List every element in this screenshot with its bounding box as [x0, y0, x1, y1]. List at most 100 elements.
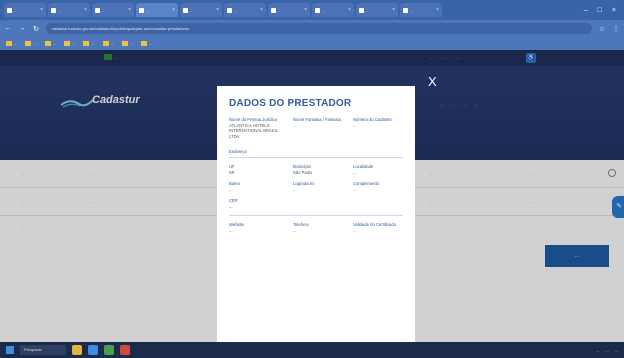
- edge-icon[interactable]: [88, 345, 98, 355]
- browser-tab[interactable]: ... ×: [400, 3, 442, 17]
- tab-close-icon[interactable]: ×: [128, 7, 131, 13]
- bookmark-item[interactable]: ...: [102, 40, 115, 47]
- tab-close-icon[interactable]: ×: [304, 7, 307, 13]
- taskbar-search[interactable]: Pesquisar: [20, 345, 66, 355]
- folder-icon: [64, 41, 71, 47]
- folder-icon: [141, 41, 148, 47]
- favicon-icon: [403, 7, 408, 13]
- browser-tab[interactable]: ... ×: [4, 3, 46, 17]
- tab-close-icon[interactable]: ×: [348, 7, 351, 13]
- browser-tab[interactable]: ... ×: [224, 3, 266, 17]
- close-window-icon[interactable]: ×: [612, 7, 616, 14]
- tab-close-icon[interactable]: ×: [436, 7, 439, 13]
- folder-icon: [44, 41, 51, 47]
- tab-title: ...: [410, 7, 414, 13]
- chrome-icon[interactable]: [120, 345, 130, 355]
- folder-icon: [122, 41, 129, 47]
- tab-title: ...: [58, 7, 62, 13]
- tab-title: ...: [234, 7, 238, 13]
- favicon-icon: [183, 7, 188, 13]
- provider-details-modal: DADOS DO PRESTADOR Nome da Pessoa Jurídi…: [217, 86, 415, 342]
- phone-value: ...: [293, 227, 297, 233]
- tab-close-icon[interactable]: ×: [392, 7, 395, 13]
- bookmark-item[interactable]: ...: [25, 41, 37, 47]
- back-icon[interactable]: ←: [4, 25, 12, 32]
- tab-title: ...: [14, 7, 18, 13]
- browser-tab[interactable]: ... ×: [136, 3, 178, 17]
- address-section-title: Endereço: [229, 149, 247, 154]
- os-taskbar: Pesquisar .........: [0, 342, 624, 358]
- bookmark-item[interactable]: ...: [83, 40, 95, 47]
- tab-close-icon[interactable]: ×: [172, 7, 175, 13]
- bookmark-label: ...: [91, 40, 95, 46]
- contact-table: Website Telefone Validade do Certificado…: [229, 222, 403, 239]
- tab-close-icon[interactable]: ×: [84, 7, 87, 13]
- excel-icon[interactable]: [104, 345, 114, 355]
- bookmark-item[interactable]: ...: [6, 40, 18, 47]
- bookmark-item[interactable]: ...: [122, 40, 134, 47]
- address-grid-1: UF Município Localidade SP São Paulo ...: [229, 164, 403, 181]
- tab-title: ...: [278, 7, 282, 13]
- tray-item[interactable]: ...: [596, 348, 599, 353]
- website-link[interactable]: ...: [229, 228, 289, 234]
- folder-icon: [6, 41, 12, 47]
- bookmark-item[interactable]: ...: [141, 41, 153, 47]
- address-grid-2: Bairro Logradouro Complemento ... ... ..…: [229, 181, 403, 198]
- browser-tab[interactable]: ... ×: [180, 3, 222, 17]
- field-value: ...: [229, 186, 233, 192]
- tab-title: ...: [146, 7, 150, 13]
- bookmark-label: ...: [130, 40, 134, 46]
- bookmark-label: ...: [72, 40, 76, 46]
- tab-close-icon[interactable]: ×: [216, 7, 219, 13]
- field-value: São Paulo: [293, 169, 313, 175]
- window-controls: – □ ×: [584, 7, 624, 14]
- address-bar: ← → ↻ cadastur.turismo.gov.br/cadastur/#…: [0, 20, 624, 37]
- favicon-icon: [227, 7, 232, 13]
- tab-close-icon[interactable]: ×: [260, 7, 263, 13]
- folder-icon: [25, 41, 32, 47]
- tab-title: ...: [322, 7, 326, 13]
- tray-item[interactable]: ...: [615, 348, 618, 353]
- favicon-icon: [271, 7, 276, 13]
- identity-grid: Nome da Pessoa Jurídica Nome Fantasia / …: [229, 117, 403, 145]
- browser-tab[interactable]: ... ×: [312, 3, 354, 17]
- bookmark-item[interactable]: ...: [44, 40, 57, 47]
- forward-icon[interactable]: →: [18, 25, 26, 32]
- browser-tab[interactable]: ... ×: [356, 3, 398, 17]
- browser-tab[interactable]: ... ×: [268, 3, 310, 17]
- cep-value: ...: [229, 203, 233, 209]
- browser-tab-strip: ... ×... ×... ×... ×... ×... ×... ×... ×... ×... ×…: [0, 0, 624, 20]
- browser-tab[interactable]: ... ×: [92, 3, 134, 17]
- tab-close-icon[interactable]: ×: [40, 7, 43, 13]
- bookmark-item[interactable]: ...: [64, 40, 76, 47]
- tab-list: ... ×... ×... ×... ×... ×... ×... ×... ×... ×... ×: [4, 3, 442, 17]
- field-value: SP: [229, 169, 235, 175]
- favicon-icon: [51, 7, 56, 13]
- reload-icon[interactable]: ↻: [32, 25, 40, 33]
- url-input[interactable]: cadastur.turismo.gov.br/cadastur/#!/publ…: [46, 23, 592, 34]
- minimize-icon[interactable]: –: [584, 7, 588, 14]
- tab-title: ...: [366, 7, 370, 13]
- bookmark-label: ...: [14, 40, 18, 46]
- close-icon[interactable]: X: [428, 74, 437, 89]
- maximize-icon[interactable]: □: [598, 7, 602, 14]
- tray-item[interactable]: ...: [605, 348, 608, 353]
- star-icon[interactable]: ☆: [598, 25, 606, 33]
- folder-icon: [102, 41, 109, 47]
- favicon-icon: [315, 7, 320, 13]
- browser-tab[interactable]: ... ×: [48, 3, 90, 17]
- certificate-validity: ...: [353, 227, 357, 233]
- field-value: ...: [353, 122, 357, 128]
- tab-title: ...: [102, 7, 106, 13]
- bookmark-label: ...: [110, 40, 115, 46]
- favicon-icon: [7, 7, 12, 13]
- menu-icon[interactable]: ⋮: [612, 25, 620, 33]
- file-explorer-icon[interactable]: [72, 345, 82, 355]
- field-value: ATLANTICA HOTELS INTERNATIONAL BRASIL LT…: [229, 122, 278, 139]
- folder-icon: [83, 41, 90, 47]
- favicon-icon: [139, 7, 144, 13]
- windows-start-icon[interactable]: [6, 346, 14, 354]
- favicon-icon: [95, 7, 100, 13]
- system-tray: .........: [596, 348, 618, 353]
- bookmark-label: ...: [52, 40, 57, 46]
